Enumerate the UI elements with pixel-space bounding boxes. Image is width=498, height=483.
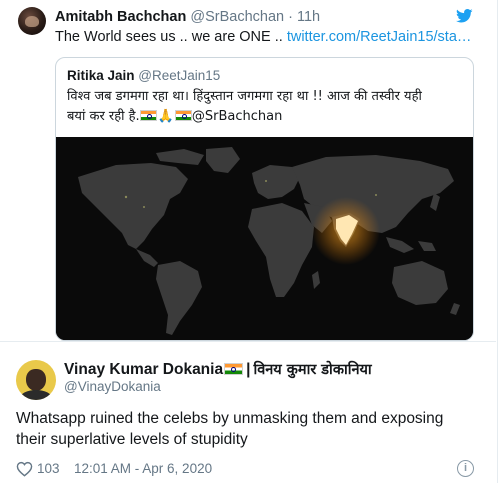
folded-hands-icon: 🙏 (157, 109, 174, 124)
quoted-text: विश्व जब डगमगा रहा था। हिंदुस्तान जगमगा … (67, 87, 467, 127)
tweet-time[interactable]: 11h (297, 9, 320, 25)
india-flag-icon (139, 110, 157, 121)
header-separator: · (288, 9, 293, 25)
quoted-text-line2: बयां कर रही है. 🙏 @SrBachchan (67, 107, 467, 127)
quoted-tweet-card[interactable]: Ritika Jain @ReetJain15 विश्व जब डगमगा र… (55, 57, 474, 341)
quoted-text-line1: विश्व जब डगमगा रहा था। हिंदुस्तान जगमगा … (67, 89, 422, 104)
tweet-thread-screenshot: Amitabh Bachchan @SrBachchan · 11h The W… (0, 0, 498, 483)
tweet-header: Amitabh Bachchan @SrBachchan · 11h (55, 9, 320, 25)
reply-author-name-latin: Vinay Kumar Dokania (64, 361, 224, 378)
tweet-text: The World sees us .. we are ONE .. twitt… (55, 29, 471, 45)
india-flag-icon (224, 363, 244, 375)
quoted-header: Ritika Jain @ReetJain15 (67, 68, 220, 83)
heart-icon[interactable] (16, 461, 33, 477)
reply-footer: 103 12:01 AM - Apr 6, 2020 i (16, 460, 482, 478)
tweet-reply[interactable]: Vinay Kumar Dokania | विनय कुमार डोकानिया … (0, 341, 496, 483)
tweet-link[interactable]: twitter.com/ReetJain15/sta… (287, 29, 472, 45)
quoted-author-handle[interactable]: @ReetJain15 (138, 68, 220, 83)
info-icon[interactable]: i (457, 460, 474, 477)
avatar[interactable] (16, 360, 56, 400)
reply-timestamp[interactable]: 12:01 AM - Apr 6, 2020 (74, 461, 212, 476)
name-separator: | (246, 361, 251, 378)
quoted-author-name[interactable]: Ritika Jain (67, 68, 135, 83)
india-flag-icon (174, 110, 192, 121)
reply-author-name-hindi: विनय कुमार डोकानिया (253, 362, 372, 378)
avatar[interactable] (18, 7, 46, 35)
avatar-shirt (20, 390, 52, 400)
world-map-graphic (56, 137, 473, 340)
author-handle[interactable]: @SrBachchan (190, 9, 284, 25)
quoted-text-line2-start: बयां कर रही है. (67, 109, 140, 124)
world-map-night-image[interactable] (56, 137, 473, 340)
avatar-face (26, 369, 46, 391)
tweet-main[interactable]: Amitabh Bachchan @SrBachchan · 11h The W… (0, 0, 496, 341)
reply-text: Whatsapp ruined the celebs by unmasking … (16, 410, 444, 448)
twitter-bird-icon[interactable] (456, 9, 473, 23)
tweet-body: The World sees us .. we are ONE .. (55, 29, 287, 45)
quoted-mention[interactable]: @SrBachchan (192, 109, 282, 124)
author-name[interactable]: Amitabh Bachchan (55, 9, 186, 25)
reply-author-handle[interactable]: @VinayDokania (64, 379, 161, 394)
like-count[interactable]: 103 (37, 461, 60, 476)
reply-author-name[interactable]: Vinay Kumar Dokania | विनय कुमार डोकानिया (64, 359, 372, 379)
